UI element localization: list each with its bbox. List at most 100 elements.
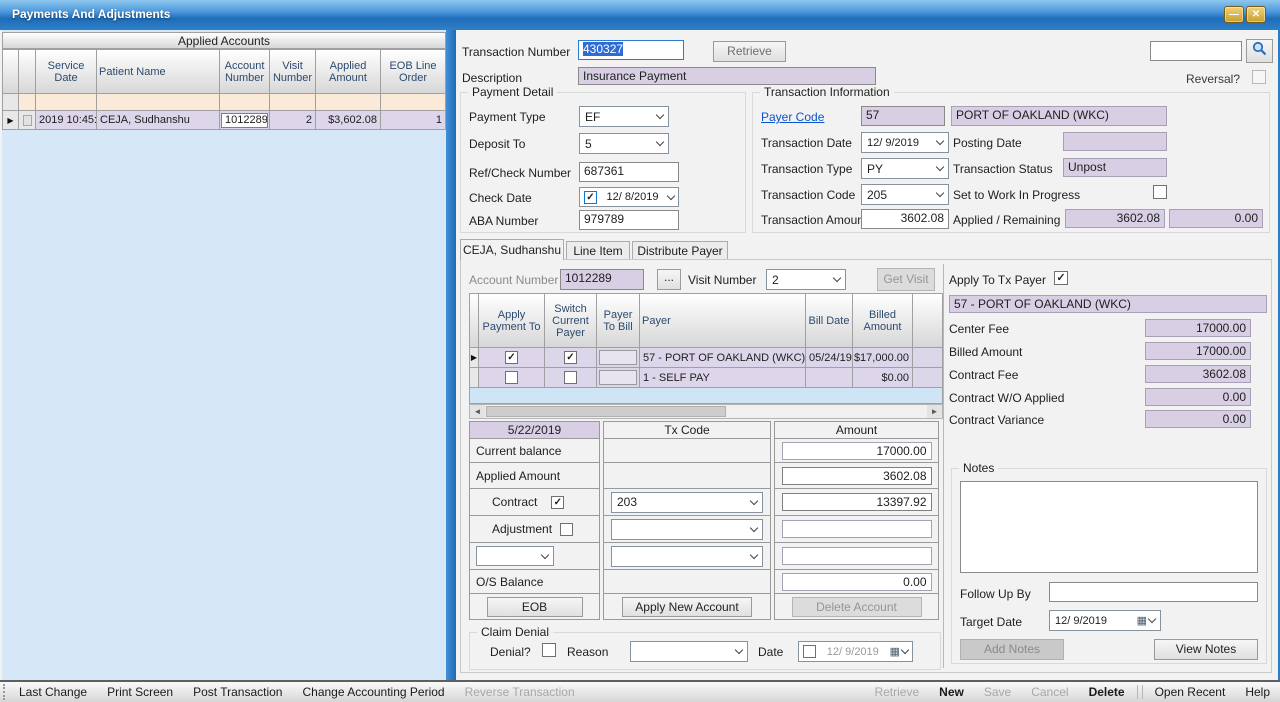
- switch-payer-checkbox[interactable]: [564, 351, 577, 364]
- contract-tx-code-combo[interactable]: 203: [611, 492, 763, 513]
- payer-cell[interactable]: 1 - SELF PAY: [640, 368, 806, 388]
- menu-new[interactable]: New: [929, 685, 974, 699]
- denial-date-checkbox[interactable]: [803, 645, 816, 658]
- col-patient-name[interactable]: Patient Name: [97, 50, 220, 94]
- payer-to-bill-cell[interactable]: [597, 348, 640, 368]
- contract-checkbox[interactable]: [551, 496, 564, 509]
- apply-new-account-button[interactable]: Apply New Account: [622, 597, 752, 617]
- bill-date-cell[interactable]: 05/24/19: [806, 348, 853, 368]
- menu-help[interactable]: Help: [1235, 685, 1280, 699]
- menu-open-recent[interactable]: Open Recent: [1145, 685, 1236, 699]
- transaction-amount-input[interactable]: 3602.08: [861, 209, 949, 229]
- scrollbar-thumb[interactable]: [486, 406, 726, 417]
- billed-amount-cell[interactable]: $17,000.00: [853, 348, 913, 368]
- extra-tx-code-combo[interactable]: [611, 546, 763, 567]
- check-date-picker[interactable]: 12/ 8/2019: [579, 187, 679, 207]
- add-notes-button[interactable]: Add Notes: [960, 639, 1064, 660]
- minimize-button[interactable]: —: [1224, 6, 1244, 23]
- grid-horizontal-scrollbar[interactable]: ◄ ►: [469, 404, 943, 419]
- col-account-number[interactable]: Account Number: [220, 50, 270, 94]
- payer-cell[interactable]: 57 - PORT OF OAKLAND (WKC): [640, 348, 806, 368]
- account-number-box[interactable]: 1012289: [221, 113, 268, 128]
- transaction-number-input[interactable]: 430327: [578, 40, 684, 60]
- description-field[interactable]: Insurance Payment: [578, 67, 876, 85]
- filter-cell[interactable]: [316, 94, 381, 111]
- filter-cell[interactable]: [220, 94, 270, 111]
- menu-post-transaction[interactable]: Post Transaction: [183, 685, 292, 699]
- apply-payment-checkbox-cell[interactable]: [479, 368, 545, 388]
- apply-payment-checkbox[interactable]: [505, 351, 518, 364]
- ref-check-input[interactable]: 687361: [579, 162, 679, 182]
- transaction-type-combo[interactable]: PY: [861, 158, 949, 179]
- filter-cell[interactable]: [97, 94, 220, 111]
- switch-payer-checkbox-cell[interactable]: [545, 368, 597, 388]
- denial-date-picker[interactable]: 12/ 9/2019▦: [798, 641, 913, 662]
- billed-amount-cell[interactable]: $0.00: [853, 368, 913, 388]
- apply-to-tx-payer-checkbox[interactable]: [1054, 271, 1068, 285]
- denial-reason-combo[interactable]: [630, 641, 748, 662]
- col-visit-number[interactable]: Visit Number: [270, 50, 316, 94]
- menu-change-accounting-period[interactable]: Change Accounting Period: [292, 685, 454, 699]
- target-date-picker[interactable]: 12/ 9/2019▦: [1049, 610, 1161, 631]
- cell-service-date[interactable]: 2019 10:45:0: [36, 111, 97, 130]
- menu-delete[interactable]: Delete: [1079, 685, 1135, 699]
- col-billed-amount[interactable]: Billed Amount: [853, 294, 913, 348]
- cell-eob-line-order[interactable]: 1: [381, 111, 446, 130]
- denial-checkbox[interactable]: [542, 643, 556, 657]
- row-handle-cell[interactable]: [19, 111, 36, 130]
- payer-code-link[interactable]: Payer Code: [761, 110, 824, 124]
- notes-textarea[interactable]: [960, 481, 1258, 573]
- extra-type-combo[interactable]: [476, 546, 554, 566]
- menu-last-change[interactable]: Last Change: [9, 685, 97, 699]
- payer-grid[interactable]: Apply Payment To Switch Current Payer Pa…: [469, 293, 943, 388]
- get-visit-button[interactable]: Get Visit: [877, 268, 935, 291]
- payment-type-combo[interactable]: EF: [579, 106, 669, 127]
- scroll-right-icon[interactable]: ►: [927, 405, 942, 418]
- filter-cell[interactable]: [19, 94, 36, 111]
- col-eob-line-order[interactable]: EOB Line Order: [381, 50, 446, 94]
- eob-button[interactable]: EOB: [487, 597, 583, 617]
- applied-accounts-grid[interactable]: Service Date Patient Name Account Number…: [2, 49, 446, 130]
- view-notes-button[interactable]: View Notes: [1154, 639, 1258, 660]
- cell-visit-number[interactable]: 2: [270, 111, 316, 130]
- col-payer-to-bill[interactable]: Payer To Bill: [597, 294, 640, 348]
- contract-amount-input[interactable]: 13397.92: [782, 493, 932, 511]
- apply-payment-checkbox[interactable]: [505, 371, 518, 384]
- col-bill-date[interactable]: Bill Date: [806, 294, 853, 348]
- follow-up-input[interactable]: [1049, 582, 1258, 602]
- search-input[interactable]: [1150, 41, 1242, 61]
- menu-print-screen[interactable]: Print Screen: [97, 685, 183, 699]
- filter-cell[interactable]: [36, 94, 97, 111]
- col-payer[interactable]: Payer: [640, 294, 806, 348]
- visit-number-combo[interactable]: 2: [766, 269, 846, 290]
- cell-applied-amount[interactable]: $3,602.08: [316, 111, 381, 130]
- retrieve-transaction-button[interactable]: Retrieve: [713, 41, 786, 62]
- aba-input[interactable]: 979789: [579, 210, 679, 230]
- search-button[interactable]: [1246, 39, 1273, 63]
- cell-patient-name[interactable]: CEJA, Sudhanshu: [97, 111, 220, 130]
- panel-splitter[interactable]: [446, 30, 456, 680]
- col-apply-payment-to[interactable]: Apply Payment To: [479, 294, 545, 348]
- adjustment-checkbox[interactable]: [560, 523, 573, 536]
- col-switch-current-payer[interactable]: Switch Current Payer: [545, 294, 597, 348]
- tab-distribute-payer[interactable]: Distribute Payer: [632, 241, 728, 260]
- reversal-checkbox[interactable]: [1252, 70, 1266, 84]
- menu-retrieve[interactable]: Retrieve: [864, 685, 929, 699]
- deposit-to-combo[interactable]: 5: [579, 133, 669, 154]
- transaction-code-combo[interactable]: 205: [861, 184, 949, 205]
- account-browse-button[interactable]: ...: [657, 269, 681, 290]
- bill-date-cell[interactable]: [806, 368, 853, 388]
- tab-patient[interactable]: CEJA, Sudhanshu: [460, 239, 564, 260]
- menu-reverse-transaction[interactable]: Reverse Transaction: [455, 685, 585, 699]
- menu-save[interactable]: Save: [974, 685, 1021, 699]
- apply-payment-checkbox-cell[interactable]: [479, 348, 545, 368]
- payer-to-bill-cell[interactable]: [597, 368, 640, 388]
- wip-checkbox[interactable]: [1153, 185, 1167, 199]
- scroll-left-icon[interactable]: ◄: [470, 405, 485, 418]
- adjustment-tx-code-combo[interactable]: [611, 519, 763, 540]
- filter-cell[interactable]: [381, 94, 446, 111]
- window-titlebar[interactable]: Payments And Adjustments — ✕: [0, 0, 1280, 30]
- close-button[interactable]: ✕: [1246, 6, 1266, 23]
- tab-line-item[interactable]: Line Item: [566, 241, 630, 260]
- col-applied-amount[interactable]: Applied Amount: [316, 50, 381, 94]
